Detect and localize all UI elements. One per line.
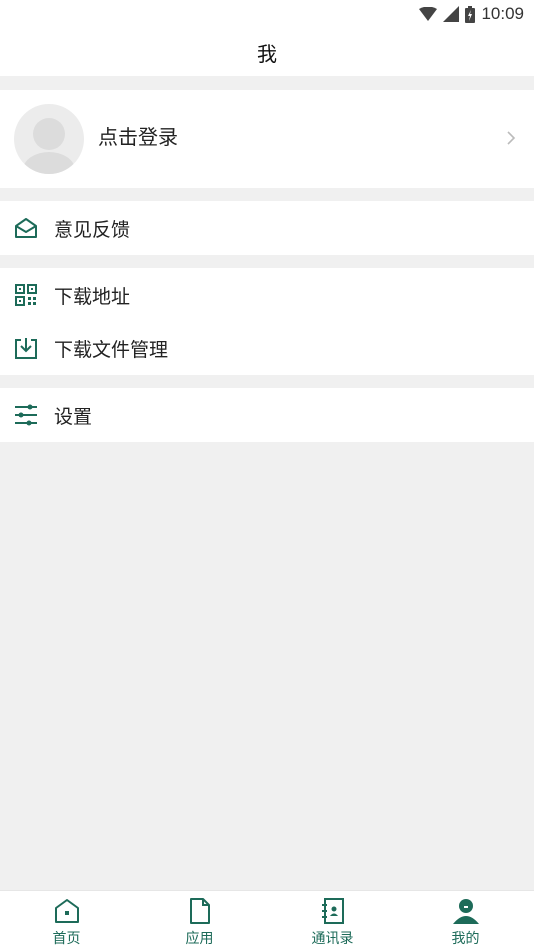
menu-item-settings[interactable]: 设置 <box>0 388 534 442</box>
document-icon <box>190 898 210 924</box>
qr-code-icon <box>15 284 37 306</box>
chevron-right-icon <box>507 131 516 145</box>
download-tray-icon <box>15 338 37 359</box>
sliders-icon <box>15 404 37 426</box>
login-profile-row[interactable]: 点击登录 <box>0 90 534 188</box>
tab-label: 通讯录 <box>311 931 354 947</box>
downloads-section: 下载地址 下载文件管理 <box>0 268 534 375</box>
menu-item-label: 意见反馈 <box>54 219 131 241</box>
tab-me[interactable]: 我的 <box>399 891 532 950</box>
cell-signal-icon <box>443 6 460 22</box>
page-title: 我 <box>257 42 277 66</box>
settings-section: 设置 <box>0 388 534 442</box>
tab-label: 应用 <box>185 931 214 947</box>
bottom-nav: 首页 应用 通讯录 我的 <box>0 890 534 950</box>
menu-item-label: 下载文件管理 <box>54 339 169 361</box>
tab-label: 我的 <box>451 931 480 947</box>
menu-item-download-manager[interactable]: 下载文件管理 <box>0 321 534 375</box>
status-bar: 10:09 <box>0 0 534 28</box>
tab-home[interactable]: 首页 <box>0 891 133 950</box>
login-label: 点击登录 <box>98 125 178 149</box>
menu-item-label: 下载地址 <box>54 286 131 308</box>
contacts-icon <box>322 898 344 924</box>
menu-item-label: 设置 <box>54 406 93 428</box>
tab-label: 首页 <box>52 931 81 947</box>
avatar <box>14 104 84 174</box>
tab-contacts[interactable]: 通讯录 <box>266 891 399 950</box>
menu-item-feedback[interactable]: 意见反馈 <box>0 201 534 255</box>
status-time: 10:09 <box>481 4 524 23</box>
wifi-icon <box>419 7 438 21</box>
tab-apps[interactable]: 应用 <box>133 891 266 950</box>
feedback-section: 意见反馈 <box>0 201 534 255</box>
page-header: 我 <box>0 28 534 76</box>
envelope-open-icon <box>15 218 37 238</box>
person-icon <box>453 899 479 924</box>
status-icons: 10:09 <box>419 4 524 24</box>
battery-icon <box>465 5 476 23</box>
home-icon <box>55 899 79 923</box>
menu-item-download-address[interactable]: 下载地址 <box>0 268 534 322</box>
avatar-placeholder-icon <box>23 118 75 174</box>
me-page: 10:09 我 点击登录 意见反馈 下载地址 下载文件管理 设置 首页 应用 通… <box>0 0 534 950</box>
